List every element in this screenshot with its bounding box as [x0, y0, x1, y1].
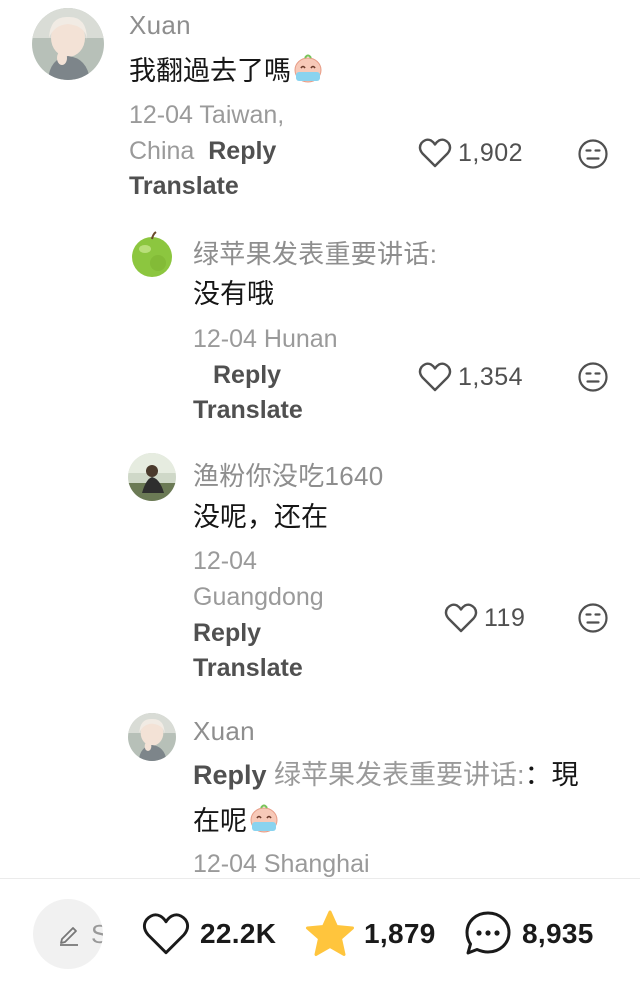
comment-text: 我翻過去了嗎	[129, 52, 325, 94]
translate-button[interactable]: Translate	[129, 172, 239, 201]
comment-meta: 12-04 Guangdong	[193, 547, 324, 611]
reply-button[interactable]: Reply	[213, 361, 281, 390]
comment-date: 12-04 Hunan	[193, 325, 338, 353]
dislike-face-icon[interactable]	[577, 138, 609, 170]
favorite-count: 1,879	[364, 918, 436, 949]
like-count: 22.2K	[200, 918, 277, 949]
favorite-button[interactable]: 1,879	[304, 909, 436, 959]
reply-button[interactable]: Reply	[193, 619, 261, 648]
compose-comment-button[interactable]: S	[33, 899, 103, 969]
star-icon	[306, 910, 354, 956]
compose-placeholder: S	[91, 919, 103, 949]
comment-text: 没呢，还在	[193, 502, 328, 532]
comment-username[interactable]: 绿苹果发表重要讲话:	[193, 234, 437, 271]
reply-button[interactable]: Reply	[208, 137, 276, 165]
like-button[interactable]: 1,902	[418, 137, 523, 169]
comment-username[interactable]: 渔粉你没吃1640	[193, 456, 384, 493]
comment-username[interactable]: Xuan	[193, 716, 255, 747]
dislike-face-icon[interactable]	[577, 602, 609, 634]
crying-face-emoji	[247, 802, 281, 844]
reply-button[interactable]: Reply	[193, 760, 267, 790]
comment-count: 8,935	[522, 918, 594, 949]
comment-username[interactable]: Xuan	[129, 10, 191, 41]
like-button[interactable]: 119	[444, 602, 525, 634]
avatar[interactable]	[128, 231, 176, 279]
edit-pencil-icon	[60, 927, 78, 946]
comment-text: Reply 绿苹果发表重要讲话:：現	[193, 760, 579, 790]
like-count: 119	[484, 603, 526, 632]
dislike-face-icon[interactable]	[577, 361, 609, 393]
comment-text: 没有哦	[193, 279, 274, 309]
crying-face-emoji	[291, 52, 325, 94]
translate-button[interactable]: Translate	[193, 396, 303, 425]
heart-icon	[418, 362, 452, 392]
comment-bubble-icon	[465, 911, 511, 955]
heart-icon	[444, 603, 478, 633]
heart-icon	[418, 138, 452, 168]
comment-date: 12-04 Shanghai	[193, 850, 370, 878]
reply-to-username[interactable]: 绿苹果发表重要讲话:	[274, 760, 525, 790]
comment-text-line2: 在呢	[193, 802, 281, 844]
like-count: 1,354	[458, 362, 524, 391]
like-post-button[interactable]: 22.2K	[140, 911, 276, 957]
like-button[interactable]: 1,354	[418, 361, 523, 393]
avatar[interactable]	[32, 8, 104, 80]
bottom-action-bar: S 22.2K 1,879 8,935	[0, 878, 640, 986]
comment-meta: 12-04 Taiwan, China Reply	[129, 101, 285, 165]
avatar[interactable]	[128, 453, 176, 501]
heart-icon	[143, 913, 189, 955]
comments-button[interactable]: 8,935	[462, 909, 594, 959]
like-count: 1,902	[458, 138, 524, 167]
avatar[interactable]	[128, 713, 176, 761]
translate-button[interactable]: Translate	[193, 654, 303, 683]
